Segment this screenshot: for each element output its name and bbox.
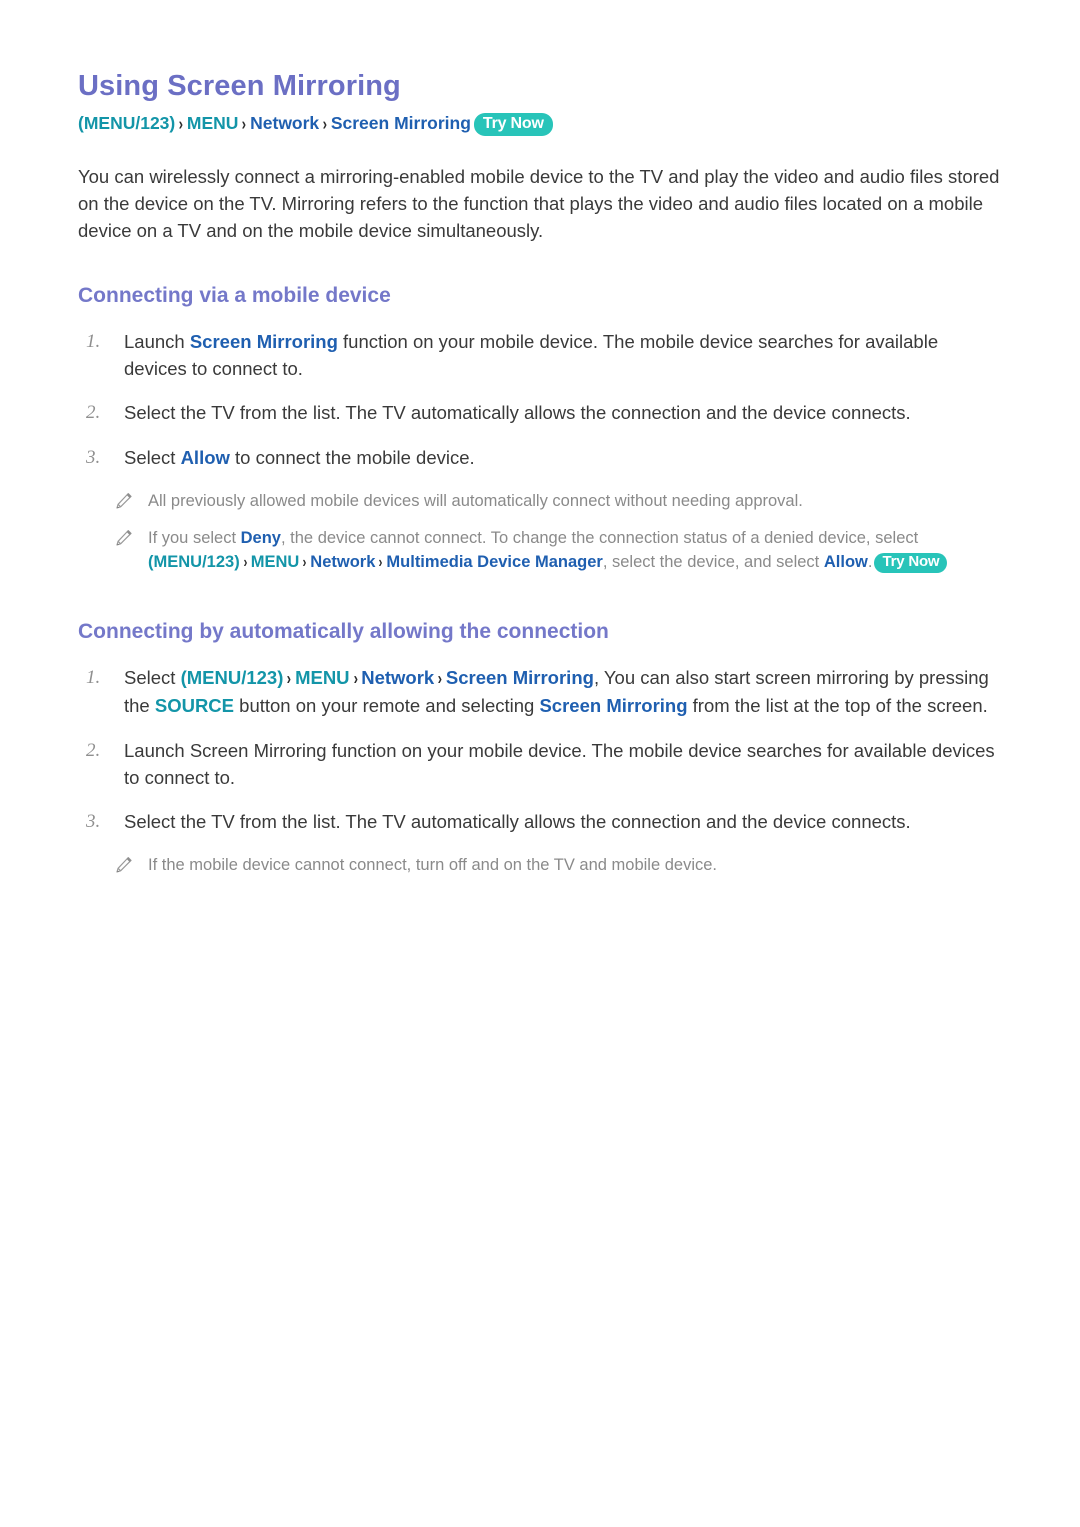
pencil-icon: [114, 526, 148, 548]
step-source-button[interactable]: SOURCE: [155, 695, 234, 716]
section2-notes: If the mobile device cannot connect, tur…: [78, 853, 1002, 878]
try-now-badge[interactable]: Try Now: [874, 553, 948, 574]
section1-steps: 1. Launch Screen Mirroring function on y…: [78, 328, 1002, 472]
note-item: If you select Deny, the device cannot co…: [78, 526, 1002, 576]
note-menu[interactable]: MENU: [251, 553, 300, 571]
manual-page: Using Screen Mirroring (MENU/123) › MENU › N…: [0, 0, 1080, 1527]
breadcrumb-close-paren: ): [169, 113, 176, 134]
link-screen-mirroring[interactable]: Screen Mirroring: [190, 331, 338, 352]
pencil-icon: [114, 853, 148, 875]
step-screen-mirroring-2[interactable]: Screen Mirroring: [539, 695, 687, 716]
section-heading-connecting-via-mobile: Connecting via a mobile device: [78, 283, 391, 307]
note-allow[interactable]: Allow: [824, 553, 868, 571]
note-item: If the mobile device cannot connect, tur…: [78, 853, 1002, 878]
breadcrumb-menu123[interactable]: MENU/123: [84, 113, 170, 133]
step-mid2: button on your remote and selecting: [234, 695, 540, 717]
step-text: Launch Screen Mirroring function on your…: [124, 739, 995, 788]
step-screen-mirroring[interactable]: Screen Mirroring: [446, 667, 594, 688]
step-number: 2.: [86, 739, 101, 761]
step-menu123[interactable]: MENU/123: [187, 667, 277, 688]
step-number: 3.: [86, 810, 101, 832]
chevron-right-icon: ›: [378, 553, 383, 572]
chevron-right-icon: ›: [287, 668, 292, 689]
list-item: 2. Launch Screen Mirroring function on y…: [78, 737, 1002, 791]
step-text: Select the TV from the list. The TV auto…: [124, 402, 911, 424]
note-menu123[interactable]: MENU/123: [154, 553, 235, 571]
chevron-right-icon: ›: [302, 553, 307, 572]
page-title: Using Screen Mirroring: [78, 70, 401, 102]
chevron-right-icon: ›: [353, 668, 358, 689]
note-network[interactable]: Network: [310, 553, 375, 571]
note-text: If the mobile device cannot connect, tur…: [148, 855, 718, 874]
note-text: If you select Deny, the device cannot co…: [148, 526, 1002, 576]
note-close-paren: ): [234, 553, 240, 572]
step-menu[interactable]: MENU: [295, 667, 349, 688]
step-number: 2.: [86, 402, 101, 424]
link-allow[interactable]: Allow: [181, 447, 230, 468]
note-item: All previously allowed mobile devices wi…: [78, 489, 1002, 514]
step-number: 1.: [86, 667, 101, 689]
breadcrumb-menu[interactable]: MENU: [187, 113, 239, 133]
chevron-right-icon: ›: [178, 113, 184, 134]
step-text: Select Allow to connect the mobile devic…: [124, 444, 475, 471]
breadcrumb: (MENU/123) › MENU › Network › Screen Mirroring…: [78, 110, 1002, 137]
step-text-pre: Select: [124, 447, 181, 469]
note-multimedia-device-manager[interactable]: Multimedia Device Manager: [386, 553, 602, 571]
section2-steps: 1. Select (MENU/123) › MENU › Network › Screen…: [78, 664, 1002, 835]
section1-notes: All previously allowed mobile devices wi…: [78, 489, 1002, 575]
step-text-post: from the list at the top of the screen.: [687, 695, 988, 717]
note-text: All previously allowed mobile devices wi…: [148, 491, 803, 510]
section-heading-auto-allow: Connecting by automatically allowing the…: [78, 620, 609, 644]
step-number: 1.: [86, 330, 101, 352]
chevron-right-icon: ›: [437, 668, 443, 689]
list-item: 3. Select the TV from the list. The TV a…: [78, 808, 1002, 836]
list-item: 3. Select Allow to connect the mobile de…: [78, 444, 1002, 472]
chevron-right-icon: ›: [322, 113, 328, 134]
step-text: Select (MENU/123) › MENU › Network › Screen Mi…: [124, 664, 1002, 719]
step-text-post: to connect the mobile device.: [229, 447, 475, 469]
chevron-right-icon: ›: [243, 553, 248, 572]
link-deny[interactable]: Deny: [241, 529, 281, 547]
chevron-right-icon: ›: [242, 113, 247, 134]
step-number: 3.: [86, 447, 101, 469]
step-text-pre: Select: [124, 667, 181, 689]
pencil-icon: [114, 489, 148, 511]
list-item: 2. Select the TV from the list. The TV a…: [78, 399, 1002, 427]
step-text: Launch Screen Mirroring function on your…: [124, 328, 1002, 382]
try-now-badge[interactable]: Try Now: [473, 113, 553, 137]
list-item: 1. Launch Screen Mirroring function on y…: [78, 328, 1002, 382]
list-item: 1. Select (MENU/123) › MENU › Network › Screen…: [78, 664, 1002, 719]
note-text-part4: .: [867, 553, 873, 572]
note-text-part2: , the device cannot connect. To change t…: [281, 528, 919, 547]
note-text-part3: , select the device, and select: [602, 553, 824, 572]
breadcrumb-screen-mirroring[interactable]: Screen Mirroring: [331, 113, 471, 133]
note-text-part1: If you select: [148, 528, 241, 547]
step-close-paren: ): [277, 667, 284, 689]
intro-paragraph: You can wirelessly connect a mirroring-e…: [78, 165, 1000, 242]
breadcrumb-network[interactable]: Network: [250, 113, 319, 133]
step-text-pre: Launch: [124, 330, 190, 352]
step-network[interactable]: Network: [361, 667, 434, 688]
step-text: Select the TV from the list. The TV auto…: [124, 810, 911, 832]
